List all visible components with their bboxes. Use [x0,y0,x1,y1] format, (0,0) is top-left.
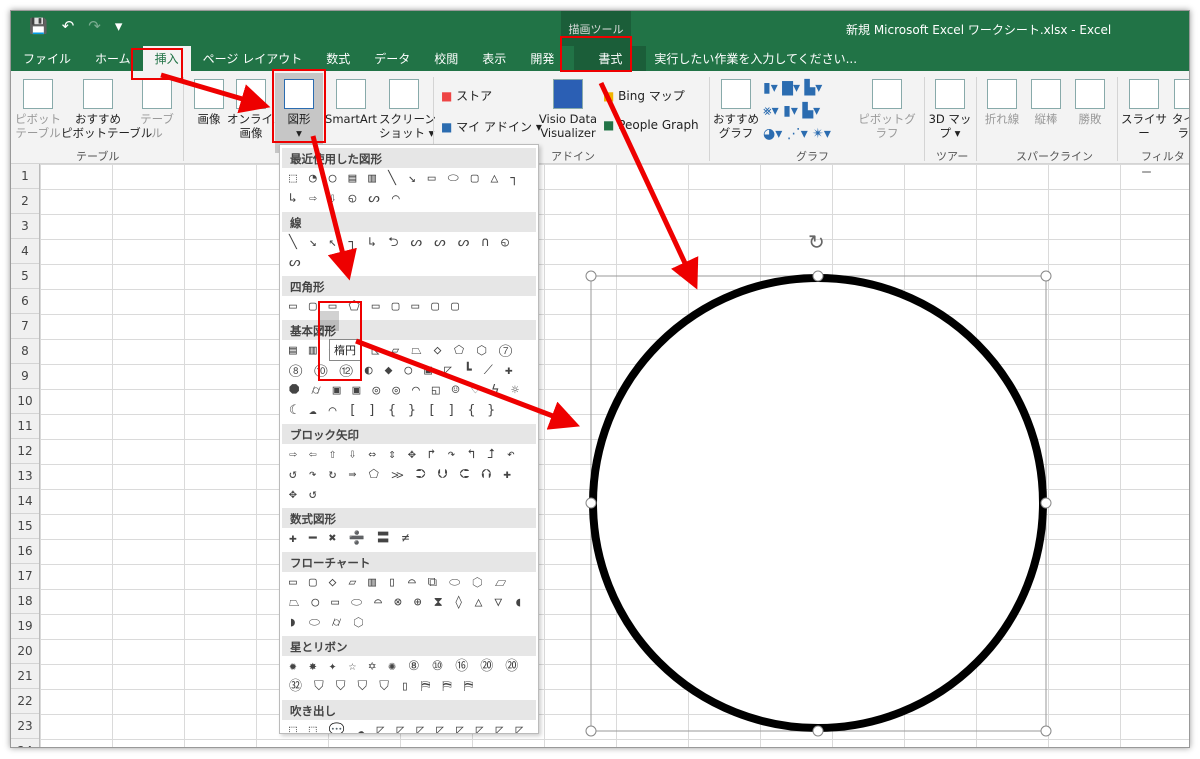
arrow [310,135,357,281]
arrow [355,338,581,430]
annotation-arrows [160,72,699,430]
arrow [160,72,271,114]
arrow [598,81,699,290]
excel-window: 💾 ↶ ↷ ▾ 描画ツール 新規 Microsoft Excel ワークシート.… [10,10,1190,748]
